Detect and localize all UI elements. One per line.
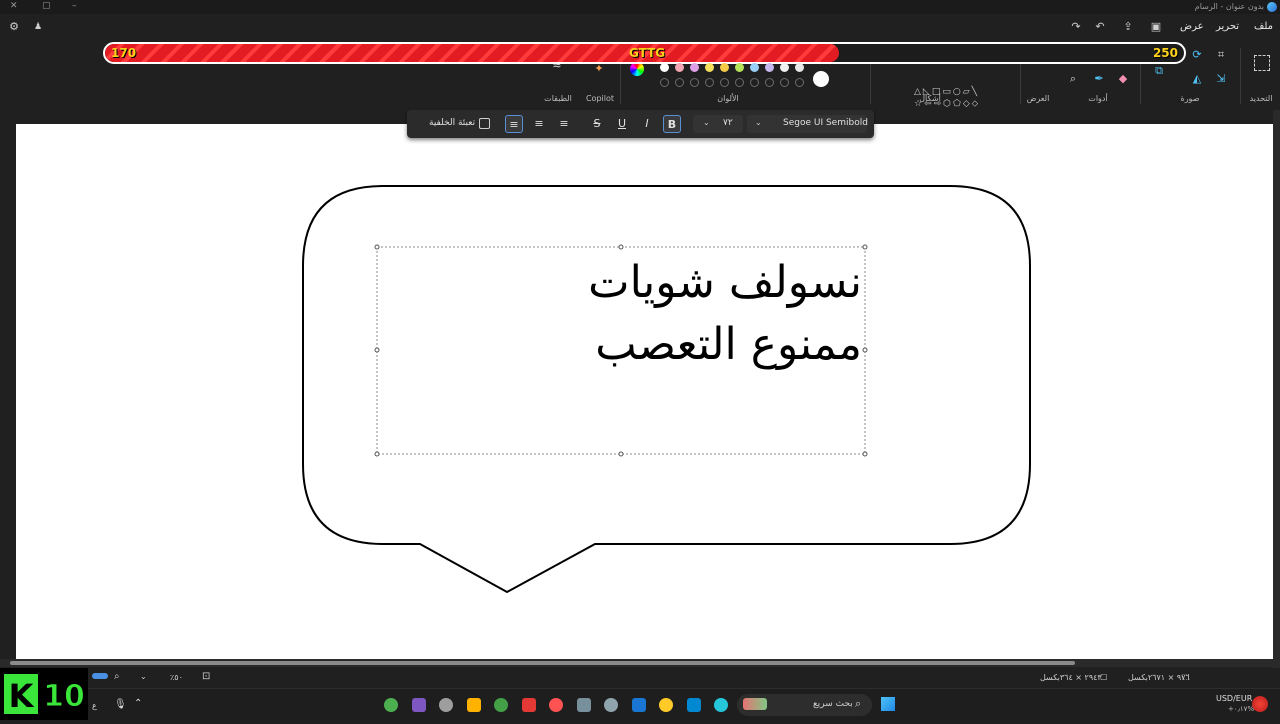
empty-color-swatch[interactable]: [675, 78, 684, 87]
usb-app-icon[interactable]: [576, 698, 591, 712]
copilot-app-icon[interactable]: [714, 698, 728, 712]
microphone-icon[interactable]: 🎙: [114, 699, 127, 710]
file-explorer-icon[interactable]: [659, 698, 673, 712]
search-highlight-icon: [743, 698, 767, 710]
color-swatch[interactable]: [675, 63, 684, 72]
canvas-text-box[interactable]: نسولف شويات ممنوع التعصب: [380, 252, 862, 376]
opera-app-icon[interactable]: [549, 698, 563, 712]
zoom-out-icon[interactable]: ⌕: [114, 671, 120, 682]
chrome-app-icon[interactable]: [466, 698, 481, 712]
font-size-value: ٧٢: [723, 118, 733, 128]
color-swatch[interactable]: [795, 63, 804, 72]
start-windows-icon[interactable]: [881, 697, 895, 711]
empty-color-swatch[interactable]: [780, 78, 789, 87]
logo-number: 10: [43, 679, 85, 714]
photos-app-icon[interactable]: [384, 698, 398, 712]
chevron-up-icon[interactable]: ⌃: [134, 698, 142, 709]
edge-app-icon[interactable]: [686, 698, 701, 712]
fill-background-label: تعبئة الخلفية: [429, 118, 476, 128]
logo-graphic: K 10: [4, 674, 85, 715]
currency-widget-icon[interactable]: [1252, 696, 1268, 712]
channel-logo: K 10: [0, 668, 88, 720]
canvas-size: ٩٧٦ × ٢٦٧١بكسل: [1128, 673, 1190, 682]
empty-color-swatch[interactable]: [795, 78, 804, 87]
empty-color-swatch[interactable]: [690, 78, 699, 87]
empty-color-swatch[interactable]: [705, 78, 714, 87]
zoom-value: ٪٥٠: [170, 673, 183, 682]
chevron-down-icon: ⌄: [703, 118, 710, 127]
search-placeholder: بحث سريع: [813, 699, 853, 709]
italic-button[interactable]: I: [638, 115, 656, 133]
color-swatch[interactable]: [690, 63, 699, 72]
text-format-toolbar: تعبئة الخلفية ≡ ≡ ≡ S U I B ⌄ ٧٢ ⌄ Segoe…: [407, 110, 874, 138]
empty-color-swatch[interactable]: [750, 78, 759, 87]
xbox-app-icon[interactable]: [494, 698, 508, 712]
bold-button[interactable]: B: [663, 115, 681, 133]
color-swatch[interactable]: [720, 63, 729, 72]
font-family-value: Segoe UI Semibold: [783, 118, 868, 128]
selection-size: ٢٩٤٣ × ٣٦٤بكسل: [1040, 673, 1102, 682]
empty-color-swatch[interactable]: [660, 78, 669, 87]
logo-letter: K: [9, 677, 35, 715]
font-size-select[interactable]: [693, 115, 743, 133]
underline-button[interactable]: U: [613, 115, 631, 133]
status-bar: ⌕ ⌄ ٪٥٠ ⊡ ٢٩٤٣ × ٣٦٤بكسل ▢ ٩٧٦ × ٢٦٧١بكس…: [0, 668, 1280, 688]
align-center-button[interactable]: ≡: [530, 115, 548, 133]
align-left-button[interactable]: ≡: [555, 115, 573, 133]
search-icon: ⌕: [855, 697, 862, 710]
discord-app-icon[interactable]: [411, 698, 426, 712]
taskbar-search[interactable]: بحث سريع ⌕: [737, 694, 872, 716]
chevron-down-icon[interactable]: ⌄: [140, 672, 147, 681]
strikethrough-button[interactable]: S: [588, 115, 606, 133]
empty-color-swatch[interactable]: [735, 78, 744, 87]
color-swatch[interactable]: [765, 63, 774, 72]
language-indicator[interactable]: ع: [92, 701, 97, 710]
outlook-app-icon[interactable]: [631, 698, 646, 712]
canvas-text-line-1: نسولف شويات: [588, 257, 862, 308]
color-swatch[interactable]: [660, 63, 669, 72]
fill-background-checkbox[interactable]: [479, 118, 490, 129]
color-swatch[interactable]: [705, 63, 714, 72]
color-swatch[interactable]: [735, 63, 744, 72]
selection-size-icon: ▢: [1100, 672, 1108, 681]
zoom-slider[interactable]: [92, 673, 108, 679]
color-swatch[interactable]: [750, 63, 759, 72]
canvas-size-icon: ⬚: [1182, 672, 1190, 681]
empty-color-swatch[interactable]: [765, 78, 774, 87]
chevron-down-icon: ⌄: [755, 118, 762, 127]
canvas-text-line-2: ممنوع التعصب: [595, 319, 862, 370]
fit-to-window-icon[interactable]: ⊡: [202, 671, 210, 682]
github-app-icon[interactable]: [439, 698, 453, 712]
color-swatch[interactable]: [780, 63, 789, 72]
google-app-icon[interactable]: [521, 698, 536, 712]
currency-change: +٠٫١٧%: [1228, 705, 1255, 713]
empty-color-swatch[interactable]: [720, 78, 729, 87]
taskbar: ع 🎙 ⌃ بحث سريع ⌕ USD/EUR +٠٫١٧%: [0, 688, 1280, 720]
settings-app-icon[interactable]: [604, 698, 618, 712]
align-right-button[interactable]: ≡: [505, 115, 523, 133]
currency-pair: USD/EUR: [1216, 694, 1253, 703]
